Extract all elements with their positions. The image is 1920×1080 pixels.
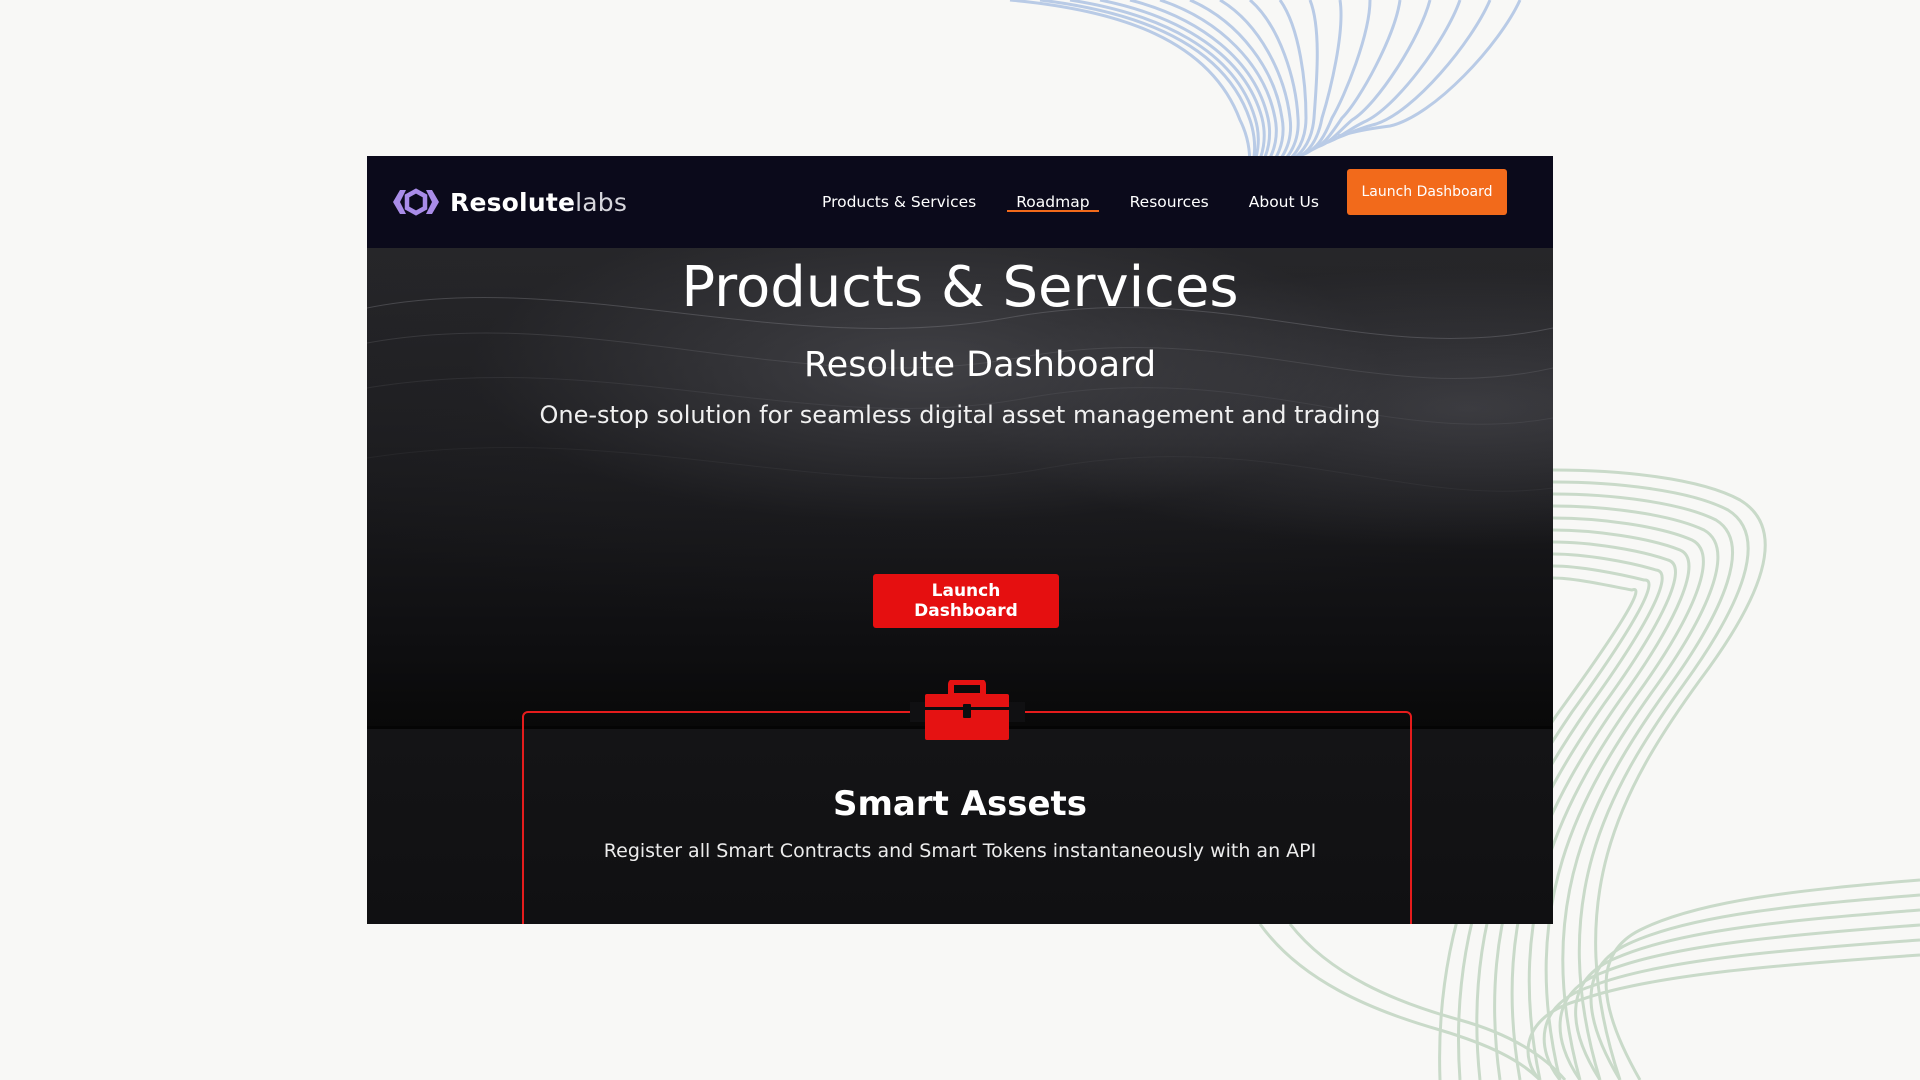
hero-section: Products & Services Resolute Dashboard O… [367, 248, 1553, 726]
launch-dashboard-button[interactable]: Launch Dashboard [873, 574, 1059, 628]
page-title: Products & Services [681, 255, 1239, 320]
feature-title: Smart Assets [832, 784, 1088, 824]
hexagon-logo-icon [393, 188, 439, 216]
feature-description: Register all Smart Contracts and Smart T… [603, 840, 1317, 862]
website-window: Resolutelabs Products & Services Roadmap… [367, 156, 1553, 924]
product-subtitle: One-stop solution for seamless digital a… [539, 401, 1381, 429]
nav-item-products-services[interactable]: Products & Services [822, 156, 976, 248]
main-nav: Products & Services Roadmap Resources Ab… [822, 156, 1359, 248]
brand-name-bold: Resolute [450, 187, 576, 217]
brand-name-light: labs [575, 187, 628, 217]
brand-logo[interactable]: Resolutelabs [391, 180, 627, 224]
nav-item-roadmap[interactable]: Roadmap [1007, 156, 1099, 248]
brand-name: Resolutelabs [450, 188, 627, 217]
toolbox-icon [925, 680, 1009, 740]
top-navbar: Resolutelabs Products & Services Roadmap… [367, 156, 1553, 248]
product-title: Resolute Dashboard [803, 345, 1157, 385]
nav-item-resources[interactable]: Resources [1130, 156, 1209, 248]
nav-launch-dashboard-button[interactable]: Launch Dashboard [1347, 169, 1507, 215]
nav-item-about-us[interactable]: About Us [1249, 156, 1319, 248]
